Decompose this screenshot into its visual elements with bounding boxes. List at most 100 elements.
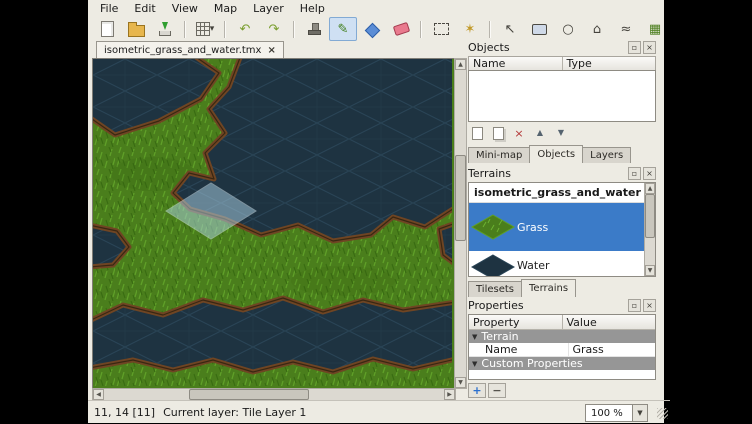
zoom-value[interactable]: 100 %: [586, 408, 632, 419]
duplicate-object-icon: [493, 127, 504, 140]
close-dock-icon[interactable]: ×: [643, 167, 656, 180]
duplicate-object-button[interactable]: [489, 125, 507, 142]
collapse-triangle-icon[interactable]: ▼: [472, 360, 477, 368]
close-tab-icon[interactable]: ×: [267, 45, 275, 56]
current-layer-label: Current layer: Tile Layer 1: [163, 406, 306, 419]
properties-dock-titlebar[interactable]: Properties ▫ ×: [468, 299, 656, 312]
save-button[interactable]: [151, 17, 179, 41]
insert-polyline-button[interactable]: ≈: [612, 17, 640, 41]
group-row-terrain[interactable]: ▼ Terrain: [469, 330, 655, 343]
resize-grip[interactable]: [657, 408, 668, 419]
terrain-label: Grass: [517, 221, 548, 234]
column-value[interactable]: Value: [563, 315, 656, 329]
lower-object-button[interactable]: ▼: [552, 125, 570, 142]
terrains-scrollbar[interactable]: ▲ ▼: [644, 183, 655, 276]
terrain-brush-button[interactable]: ✎: [329, 17, 357, 41]
float-dock-icon[interactable]: ▫: [628, 299, 641, 312]
eraser-button[interactable]: [387, 17, 415, 41]
terrains-list: isometric_grass_and_water Grass Water: [468, 182, 656, 277]
objects-dock: Objects ▫ × Name Type × ▲ ▼ Mini-map Obj…: [468, 41, 656, 163]
toolbar-separator: [224, 21, 226, 38]
grid-options-button[interactable]: ▾: [191, 17, 219, 41]
magic-wand-button[interactable]: ✶: [456, 17, 484, 41]
add-property-button[interactable]: +: [468, 383, 486, 398]
status-bar: 11, 14 [11] Current layer: Tile Layer 1 …: [88, 400, 670, 424]
new-object-icon: [472, 127, 483, 140]
view-dock-tabs: Mini-map Objects Layers: [468, 145, 656, 163]
objects-dock-title: Objects: [468, 41, 510, 54]
float-dock-icon[interactable]: ▫: [628, 167, 641, 180]
open-file-button[interactable]: [122, 17, 150, 41]
scroll-left-icon[interactable]: ◀: [93, 389, 104, 400]
menu-file[interactable]: File: [92, 1, 126, 16]
rect-select-button[interactable]: [427, 17, 455, 41]
group-row-custom-properties[interactable]: ▼ Custom Properties: [469, 357, 655, 370]
redo-icon: ↷: [269, 23, 280, 36]
scroll-down-icon[interactable]: ▼: [645, 265, 655, 276]
bucket-fill-button[interactable]: [358, 17, 386, 41]
vertical-scroll-thumb[interactable]: [455, 155, 466, 241]
zoom-combobox[interactable]: 100 % ▼: [585, 404, 648, 422]
tab-tilesets[interactable]: Tilesets: [468, 281, 522, 297]
terrains-dock-title: Terrains: [468, 167, 511, 180]
scroll-up-icon[interactable]: ▲: [645, 183, 655, 194]
menu-edit[interactable]: Edit: [126, 1, 163, 16]
menu-map[interactable]: Map: [206, 1, 245, 16]
terrains-dock-titlebar[interactable]: Terrains ▫ ×: [468, 167, 656, 180]
property-value[interactable]: Grass: [569, 343, 656, 356]
terrains-scroll-thumb[interactable]: [645, 194, 655, 238]
properties-table: Property Value ▼ Terrain Name Grass ▼ Cu…: [468, 314, 656, 380]
column-name[interactable]: Name: [469, 57, 563, 70]
menu-view[interactable]: View: [164, 1, 206, 16]
menu-layer[interactable]: Layer: [245, 1, 292, 16]
tab-objects[interactable]: Objects: [529, 145, 583, 163]
horizontal-scroll-thumb[interactable]: [189, 389, 309, 400]
tab-mini-map[interactable]: Mini-map: [468, 147, 530, 163]
tab-terrains[interactable]: Terrains: [521, 279, 576, 297]
stamp-brush-button[interactable]: [300, 17, 328, 41]
redo-button[interactable]: ↷: [260, 17, 288, 41]
property-row-name[interactable]: Name Grass: [469, 343, 655, 357]
terrain-row-water[interactable]: Water: [469, 251, 655, 277]
open-folder-icon: [128, 25, 145, 37]
stamp-brush-icon: [308, 23, 321, 35]
insert-tile-button[interactable]: ▦: [641, 17, 669, 41]
insert-rectangle-button[interactable]: [525, 17, 553, 41]
polyline-icon: ≈: [621, 23, 632, 36]
close-dock-icon[interactable]: ×: [643, 41, 656, 54]
scroll-down-icon[interactable]: ▼: [455, 377, 466, 388]
tab-layers[interactable]: Layers: [582, 147, 631, 163]
terrain-row-grass[interactable]: Grass: [469, 203, 655, 251]
raise-object-button[interactable]: ▲: [531, 125, 549, 142]
close-dock-icon[interactable]: ×: [643, 299, 656, 312]
remove-object-button[interactable]: ×: [510, 125, 528, 142]
map-canvas[interactable]: [92, 58, 455, 389]
new-file-icon: [101, 21, 114, 37]
new-object-button[interactable]: [468, 125, 486, 142]
select-objects-button[interactable]: ↖: [496, 17, 524, 41]
magic-wand-icon: ✶: [465, 23, 476, 36]
insert-ellipse-button[interactable]: ○: [554, 17, 582, 41]
column-type[interactable]: Type: [563, 57, 656, 70]
scroll-right-icon[interactable]: ▶: [444, 389, 455, 400]
scroll-up-icon[interactable]: ▲: [455, 59, 466, 70]
rect-select-icon: [434, 23, 449, 35]
toolbar-separator: [420, 21, 422, 38]
insert-polygon-button[interactable]: ⌂: [583, 17, 611, 41]
menu-help[interactable]: Help: [292, 1, 333, 16]
toolbar-separator: [489, 21, 491, 38]
tileset-name-row[interactable]: isometric_grass_and_water: [469, 183, 655, 203]
column-property[interactable]: Property: [469, 315, 563, 329]
objects-dock-titlebar[interactable]: Objects ▫ ×: [468, 41, 656, 54]
undo-button[interactable]: ↶: [231, 17, 259, 41]
zoom-dropdown-icon[interactable]: ▼: [632, 405, 647, 421]
remove-property-button[interactable]: −: [488, 383, 506, 398]
isometric-map: [93, 59, 452, 386]
document-tab[interactable]: isometric_grass_and_water.tmx ×: [96, 41, 284, 59]
map-vertical-scrollbar[interactable]: ▲ ▼: [454, 58, 467, 389]
toolbar-separator: [184, 21, 186, 38]
objects-list[interactable]: [468, 70, 656, 122]
collapse-triangle-icon[interactable]: ▼: [472, 333, 477, 341]
new-map-button[interactable]: [93, 17, 121, 41]
float-dock-icon[interactable]: ▫: [628, 41, 641, 54]
